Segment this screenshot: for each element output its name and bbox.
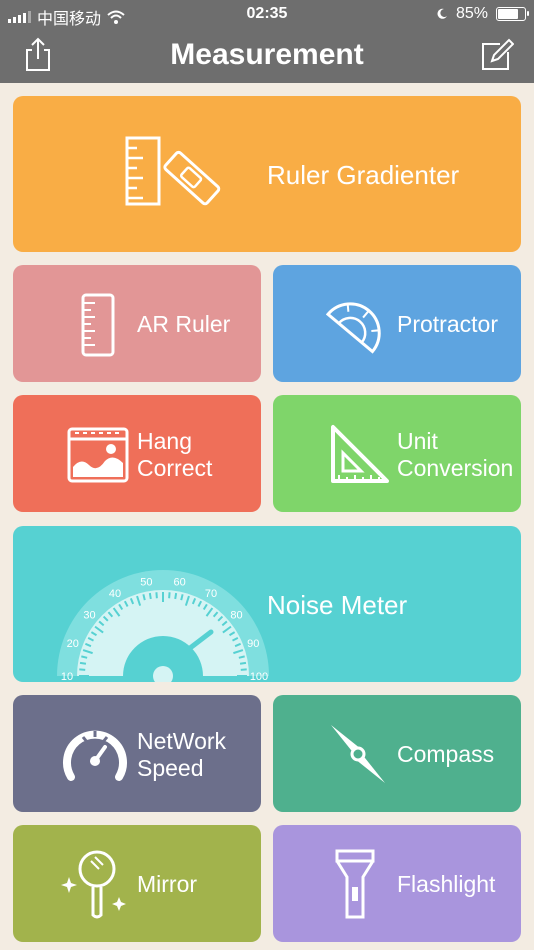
flashlight-tile[interactable]: Flashlight xyxy=(273,825,521,942)
hang-label-line2: Correct xyxy=(137,455,213,481)
ar-ruler-icon xyxy=(81,293,115,357)
unit-label-line1: Unit xyxy=(397,428,438,454)
gauge-scale-label: 30 xyxy=(83,609,95,621)
gauge-tick xyxy=(180,594,184,601)
ar-ruler-tile[interactable]: AR Ruler xyxy=(13,265,261,382)
protractor-tile[interactable]: Protractor xyxy=(273,265,521,382)
mirror-label: Mirror xyxy=(137,871,198,897)
network-label-line2: Speed xyxy=(137,755,204,781)
set-square-icon xyxy=(331,425,389,483)
network-speed-tile[interactable]: NetWork Speed xyxy=(13,695,261,812)
edit-button[interactable] xyxy=(478,36,515,72)
gauge-scale-label: 10 xyxy=(61,671,73,682)
nav-bar: Measurement xyxy=(0,28,534,83)
gauge-tick xyxy=(81,655,88,659)
battery-icon xyxy=(496,7,529,21)
gauge-scale-label: 90 xyxy=(247,638,259,650)
edit-icon xyxy=(482,38,515,70)
unit-label-line2: Conversion xyxy=(397,455,514,481)
noise-meter-tile[interactable]: 10 20 30 40 50 60 70 80 90 100 Noise Meter xyxy=(13,526,521,682)
gauge-tick xyxy=(239,661,247,665)
gauge-tick xyxy=(148,592,152,600)
hang-label-line1: Hang xyxy=(137,428,192,454)
speedometer-icon xyxy=(63,730,127,781)
ruler-level-icon xyxy=(125,136,221,206)
picture-frame-icon xyxy=(67,427,129,483)
noise-meter-label: Noise Meter xyxy=(267,590,408,620)
ruler-gradienter-tile[interactable]: Ruler Gradienter xyxy=(13,96,521,252)
gauge-tick xyxy=(79,661,87,665)
ruler-gradienter-label: Ruler Gradienter xyxy=(267,160,460,190)
status-bar: 中国移动 02:35 85% xyxy=(0,0,534,28)
gauge-scale-label: 40 xyxy=(109,588,121,600)
protractor-icon xyxy=(325,302,381,354)
noise-gauge-icon: 10 20 30 40 50 60 70 80 90 100 xyxy=(57,570,269,682)
battery-percent: 85% xyxy=(455,5,488,22)
hand-mirror-icon xyxy=(61,850,126,919)
gauge-tick xyxy=(174,592,178,600)
unit-conversion-tile[interactable]: Unit Conversion xyxy=(273,395,521,512)
compass-label: Compass xyxy=(397,741,495,767)
flashlight-icon xyxy=(335,849,375,919)
compass-tile[interactable]: Compass xyxy=(273,695,521,812)
moon-icon xyxy=(437,8,447,19)
mirror-tile[interactable]: Mirror xyxy=(13,825,261,942)
gauge-scale-label: 80 xyxy=(230,609,242,621)
hang-correct-tile[interactable]: Hang Correct xyxy=(13,395,261,512)
flashlight-label: Flashlight xyxy=(397,871,496,897)
compass-icon xyxy=(331,725,385,783)
page-title: Measurement xyxy=(170,38,364,71)
gauge-scale-label: 70 xyxy=(205,588,217,600)
gauge-tick xyxy=(142,594,146,601)
gauge-scale-label: 60 xyxy=(174,576,186,588)
network-label-line1: NetWork xyxy=(137,728,227,754)
ar-ruler-label: AR Ruler xyxy=(137,311,231,337)
gauge-scale-label: 100 xyxy=(250,671,268,682)
gauge-scale-label: 20 xyxy=(67,638,79,650)
gauge-tick xyxy=(238,655,245,659)
gauge-scale-label: 50 xyxy=(140,576,152,588)
protractor-label: Protractor xyxy=(397,311,498,337)
